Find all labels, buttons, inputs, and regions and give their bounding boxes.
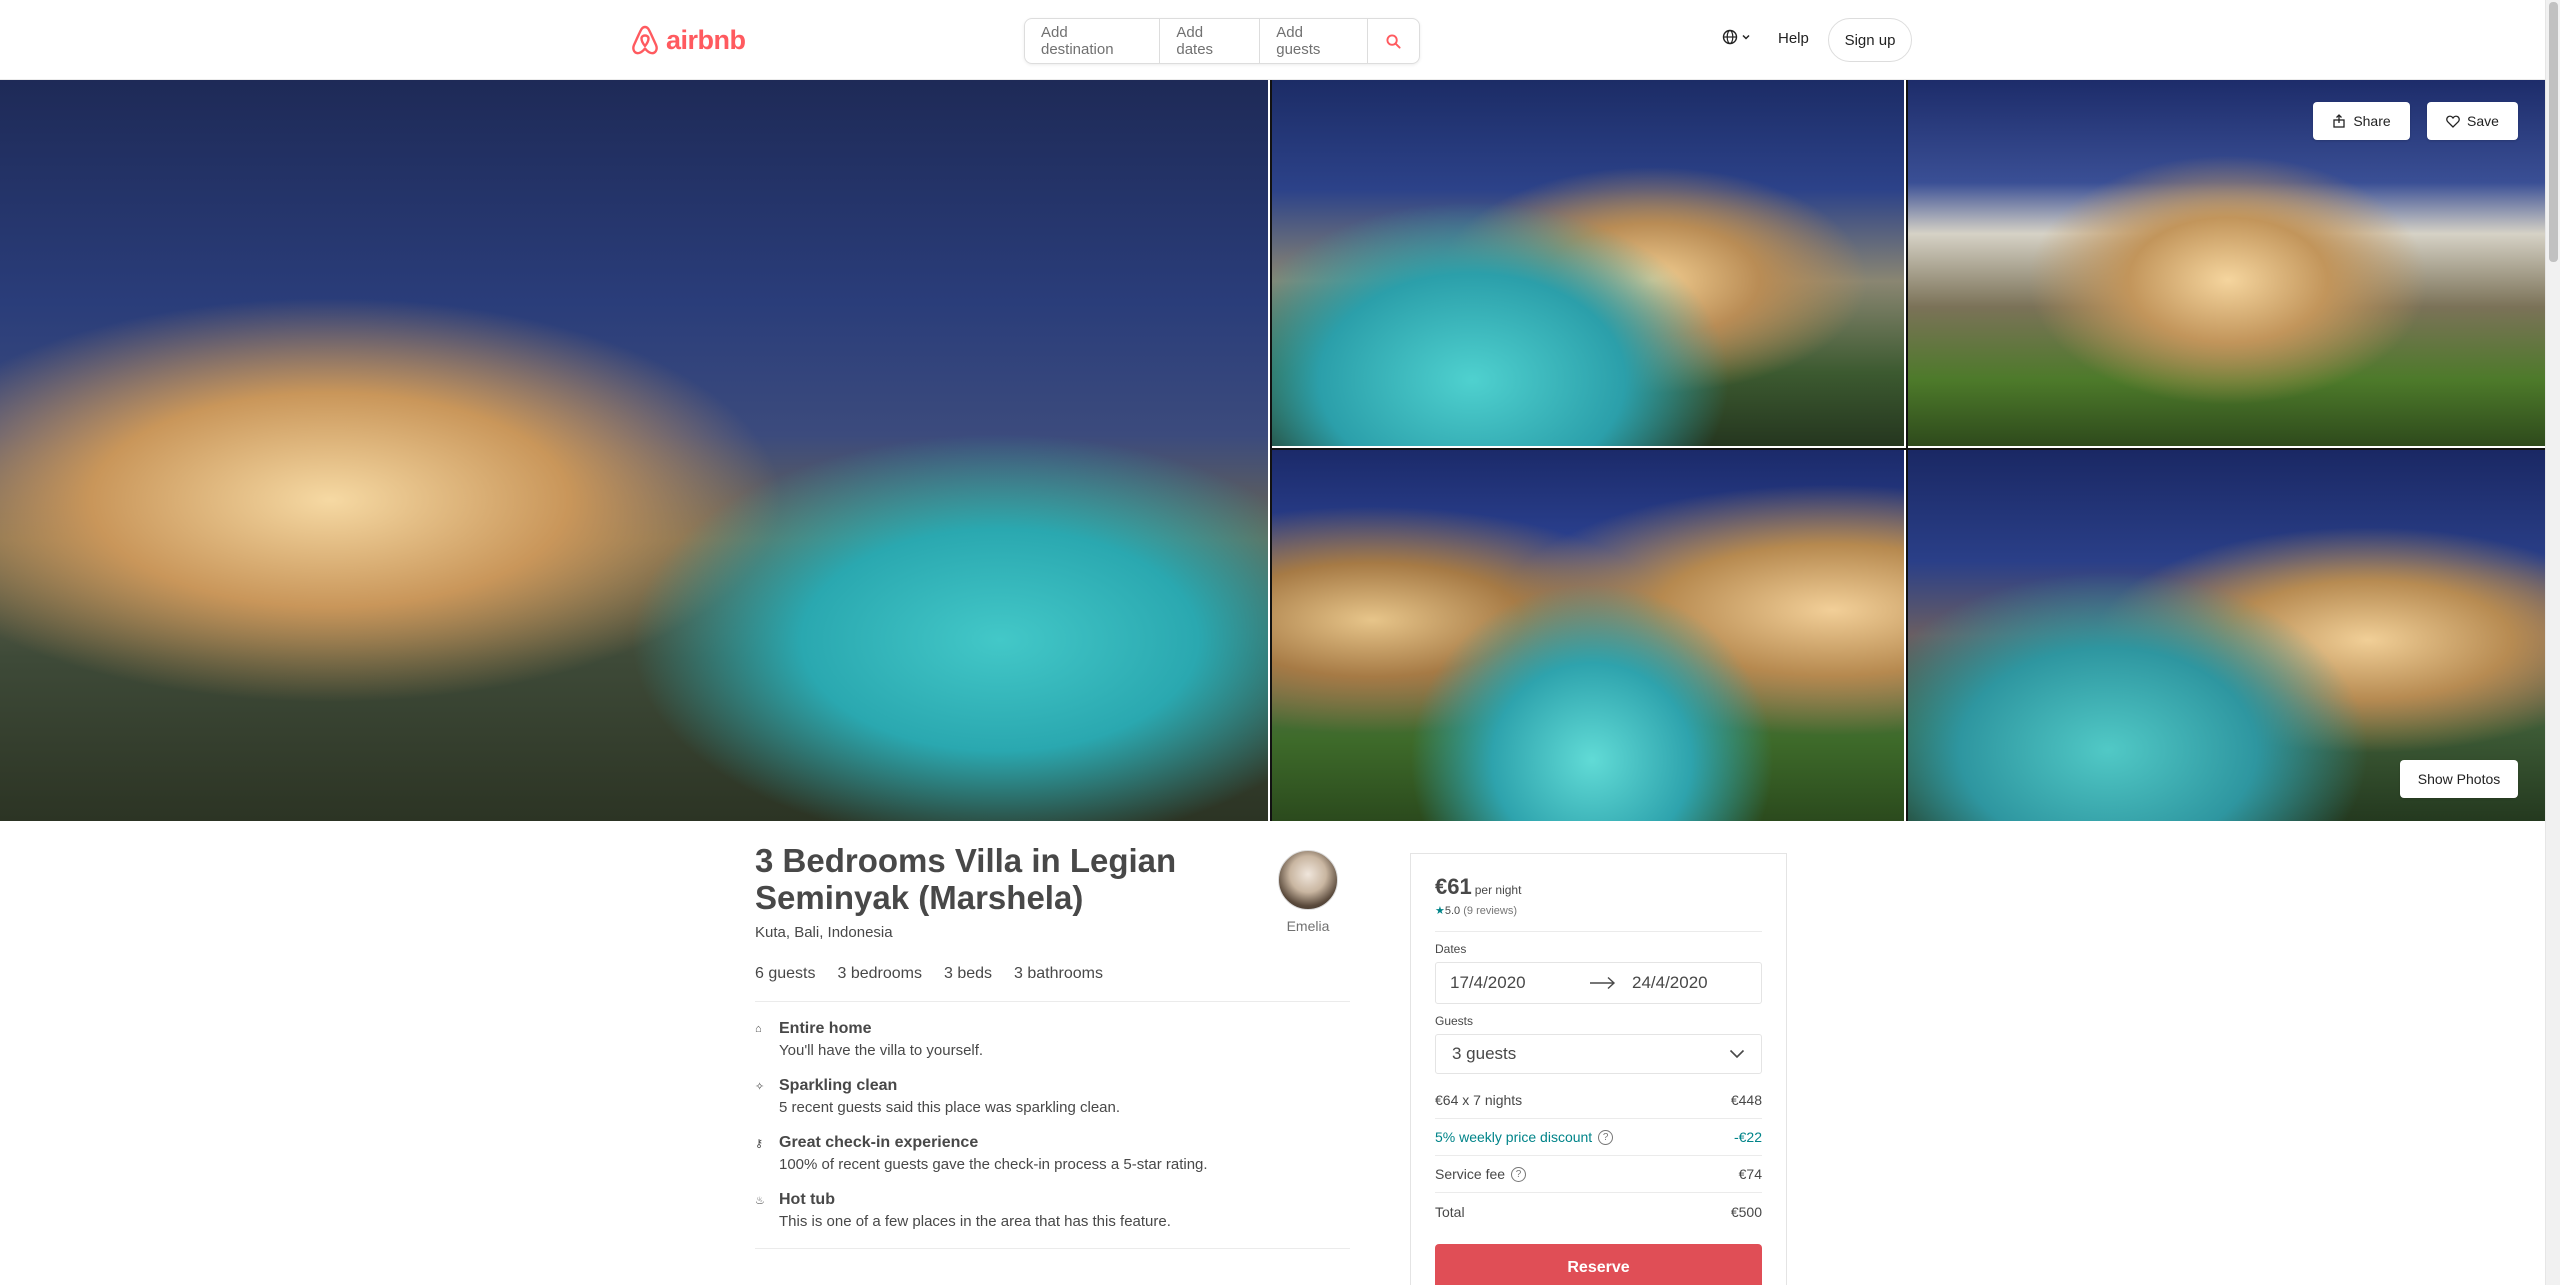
feature-description: 100% of recent guests gave the check-in …: [779, 1156, 1208, 1173]
discount-row: 5% weekly price discount ? -€22: [1435, 1119, 1762, 1156]
heart-icon: [2446, 115, 2460, 128]
total-value: €500: [1730, 1203, 1762, 1220]
listing-highlights: ⌂ Entire home You'll have the villa to y…: [755, 1020, 1350, 1230]
dates-label: Dates: [1435, 942, 1467, 956]
feature-entire-home: ⌂ Entire home You'll have the villa to y…: [755, 1020, 1350, 1059]
stat-bedrooms: 3 bedrooms: [837, 965, 922, 982]
search-icon: [1386, 33, 1401, 49]
add-guests-field[interactable]: Add guests: [1260, 19, 1368, 63]
globe-icon: [1722, 29, 1738, 45]
price-line: €61 per night: [1435, 874, 1762, 900]
save-button[interactable]: Save: [2427, 102, 2518, 140]
feature-title: Great check-in experience: [779, 1134, 979, 1151]
hot-tub-icon: ♨: [755, 1195, 765, 1207]
logo-text: airbnb: [666, 24, 746, 55]
page-scrollbar[interactable]: [2545, 0, 2560, 1285]
show-photos-button[interactable]: Show Photos: [2400, 760, 2518, 798]
photo-2[interactable]: [1272, 80, 1906, 448]
home-icon: ⌂: [755, 1023, 762, 1035]
help-icon[interactable]: ?: [1598, 1129, 1614, 1145]
airbnb-logo-icon: [632, 25, 658, 55]
add-destination-field[interactable]: Add destination: [1025, 19, 1161, 63]
photo-main[interactable]: [0, 80, 1270, 821]
star-icon: ★: [1435, 905, 1445, 917]
nights-cost-label: €64 x 7 nights: [1435, 1092, 1523, 1108]
total-row: Total €500: [1435, 1193, 1762, 1230]
feature-description: 5 recent guests said this place was spar…: [779, 1099, 1121, 1116]
listing-stats: 6 guests 3 bedrooms 3 beds 3 bathrooms: [755, 965, 1350, 1002]
feature-title: Entire home: [779, 1020, 872, 1037]
listing-details: 3 Bedrooms Villa in Legian Seminyak (Mar…: [755, 842, 1350, 1249]
booking-card: €61 per night ★5.0 (9 reviews) Dates 17/…: [1410, 853, 1787, 1285]
review-count: (9 reviews): [1463, 905, 1518, 917]
feature-description: This is one of a few places in the area …: [779, 1213, 1171, 1230]
guests-select[interactable]: 3 guests: [1435, 1034, 1762, 1074]
discount-value: -€22: [1733, 1129, 1762, 1145]
nightly-price: €61: [1435, 874, 1472, 899]
per-night-label: per night: [1474, 883, 1522, 897]
language-selector[interactable]: [1722, 29, 1751, 45]
share-icon: [2333, 114, 2345, 128]
host-avatar[interactable]: [1278, 850, 1338, 910]
guests-label: Guests: [1435, 1014, 1474, 1028]
service-fee-value: €74: [1738, 1166, 1762, 1182]
sparkle-icon: ✧: [755, 1081, 765, 1093]
feature-hot-tub: ♨ Hot tub This is one of a few places in…: [755, 1191, 1350, 1230]
help-icon[interactable]: ?: [1511, 1166, 1527, 1182]
help-link[interactable]: Help: [1778, 30, 1809, 47]
discount-label[interactable]: 5% weekly price discount: [1435, 1129, 1592, 1145]
reserve-button[interactable]: Reserve: [1435, 1244, 1762, 1285]
guests-value: 3 guests: [1452, 1044, 1517, 1063]
service-fee-label-wrap: Service fee ?: [1435, 1166, 1527, 1182]
search-bar: Add destination Add dates Add guests: [1024, 18, 1420, 64]
photo-gallery: Share Save Show Photos: [0, 80, 2545, 821]
section-divider: [755, 1248, 1350, 1249]
total-label: Total: [1435, 1203, 1465, 1220]
host-name: Emelia: [1286, 918, 1330, 934]
stat-bathrooms: 3 bathrooms: [1014, 965, 1103, 982]
chevron-down-icon: [1729, 1049, 1745, 1059]
rating[interactable]: ★5.0 (9 reviews): [1435, 904, 1762, 917]
service-fee-label: Service fee: [1435, 1166, 1506, 1182]
listing-title: 3 Bedrooms Villa in Legian Seminyak (Mar…: [755, 842, 1177, 916]
arrow-right-icon: [1590, 976, 1616, 990]
date-range-picker: 17/4/2020 24/4/2020: [1435, 962, 1762, 1004]
photo-4[interactable]: [1272, 450, 1906, 821]
key-icon: ⚷: [755, 1138, 764, 1150]
host-profile[interactable]: Emelia: [1275, 850, 1341, 934]
feature-check-in: ⚷ Great check-in experience 100% of rece…: [755, 1134, 1350, 1173]
feature-title: Hot tub: [779, 1191, 835, 1208]
feature-description: You'll have the villa to yourself.: [779, 1042, 984, 1059]
divider: [1435, 931, 1762, 932]
top-navbar: airbnb Add destination Add dates Add gue…: [0, 0, 2545, 80]
check-out-date[interactable]: 24/4/2020: [1632, 973, 1708, 993]
save-label: Save: [2467, 113, 2499, 129]
stat-guests: 6 guests: [755, 965, 816, 982]
feature-title: Sparkling clean: [779, 1077, 898, 1094]
check-in-date[interactable]: 17/4/2020: [1450, 973, 1582, 993]
chevron-down-icon: [1742, 34, 1750, 40]
nights-cost-row: €64 x 7 nights €448: [1435, 1082, 1762, 1119]
scrollbar-thumb[interactable]: [2549, 2, 2558, 262]
rating-value: 5.0: [1444, 905, 1461, 917]
share-label: Share: [2353, 113, 2391, 129]
sign-up-button[interactable]: Sign up: [1828, 18, 1912, 62]
airbnb-logo[interactable]: airbnb: [630, 24, 746, 56]
stat-beds: 3 beds: [943, 965, 993, 982]
listing-location[interactable]: Kuta, Bali, Indonesia: [755, 924, 1350, 941]
share-button[interactable]: Share: [2313, 102, 2410, 140]
feature-sparkling-clean: ✧ Sparkling clean 5 recent guests said t…: [755, 1077, 1350, 1116]
service-fee-row: Service fee ? €74: [1435, 1156, 1762, 1193]
discount-label-wrap: 5% weekly price discount ?: [1435, 1129, 1614, 1145]
search-button[interactable]: [1368, 19, 1419, 63]
add-dates-field[interactable]: Add dates: [1160, 19, 1261, 63]
nights-cost-value: €448: [1730, 1092, 1762, 1108]
